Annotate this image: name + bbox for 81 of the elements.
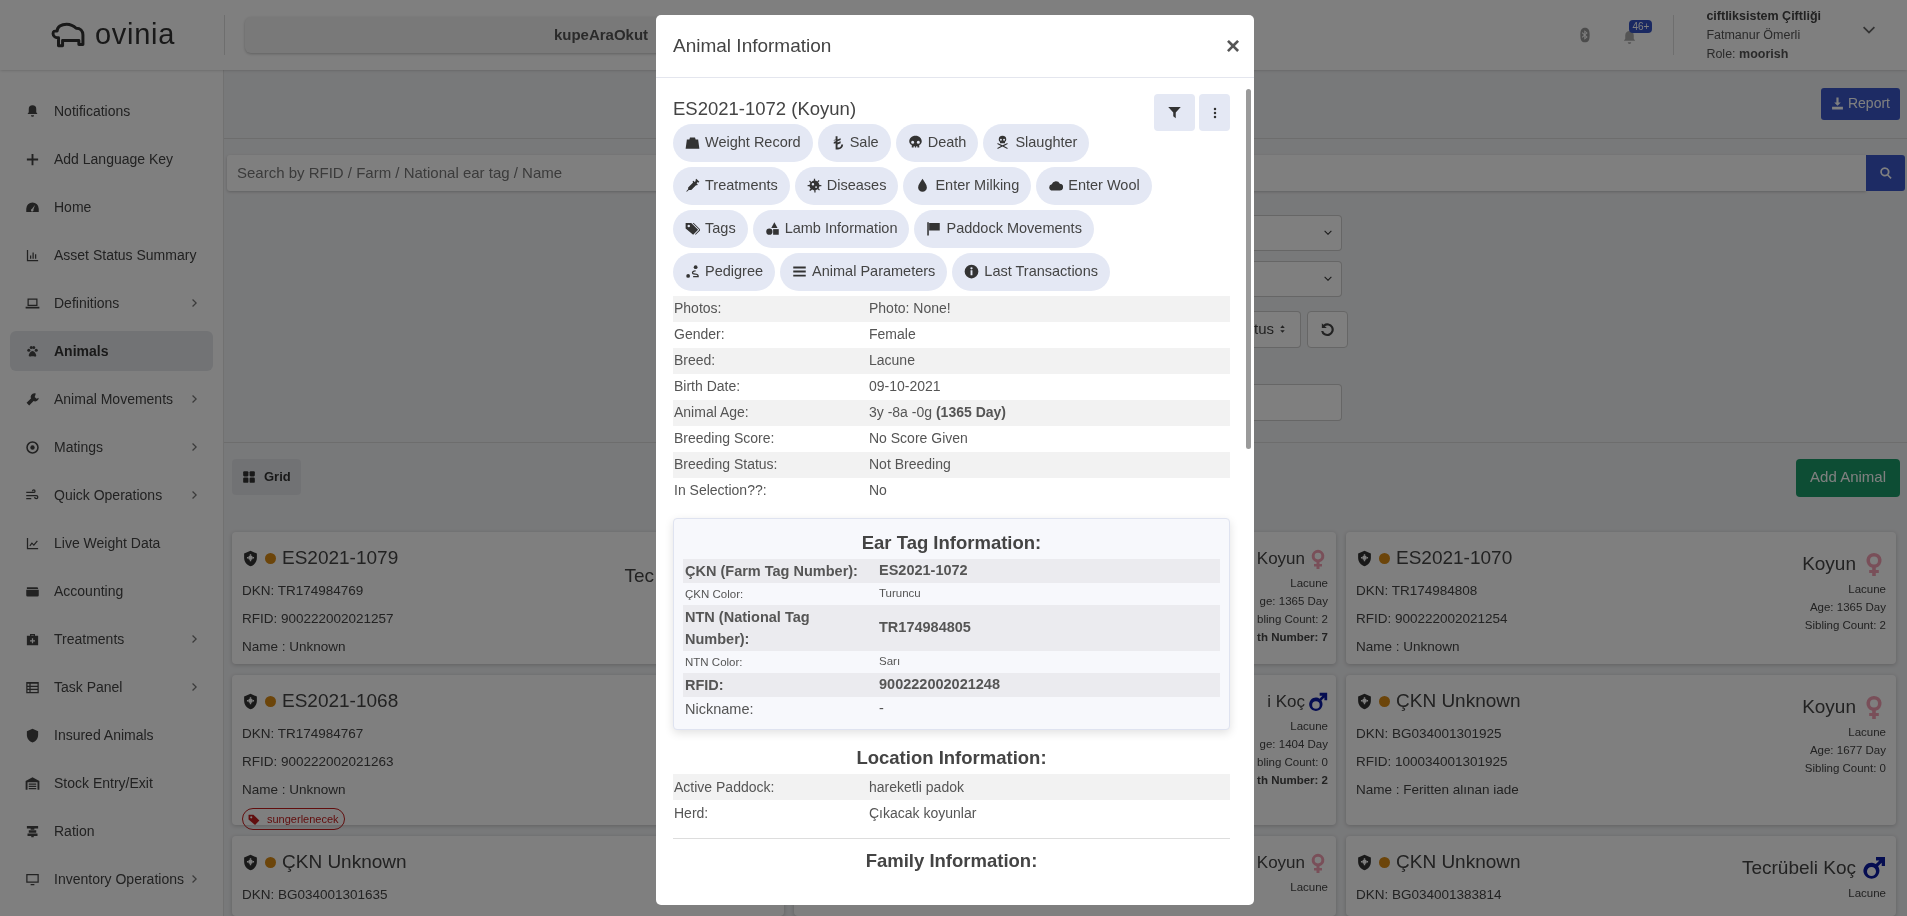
- animal-type: Tec: [624, 564, 654, 588]
- tag-value: -: [878, 698, 884, 718]
- tag-label: Nickname:: [684, 699, 755, 719]
- animal-detail: Name : Unknown: [242, 781, 347, 799]
- animal-detail: ge: 1404 Day: [1259, 737, 1328, 752]
- animal-detail: Sibling Count: 0: [1804, 761, 1886, 776]
- animal-type: Koyun: [1802, 694, 1856, 719]
- animal-detail: Age: 1365 Day: [1809, 600, 1886, 615]
- animal-detail: Lacune: [1848, 725, 1886, 740]
- animal-detail: DKN: BG034001301635: [242, 885, 389, 904]
- animal-detail: Lacune: [1290, 880, 1328, 895]
- detail-value: Photo: None!: [869, 299, 951, 319]
- tag-label: ÇKN Color:: [684, 586, 745, 602]
- detail-value: No Score Given: [869, 429, 968, 449]
- animal-detail: Name : Unknown: [242, 638, 347, 656]
- detail-label: Animal Age:: [673, 403, 750, 423]
- detail-label: Gender:: [673, 325, 726, 345]
- detail-value: Not Breeding: [869, 455, 951, 475]
- animal-detail: Age: 1677 Day: [1809, 743, 1886, 758]
- detail-value: Lacune: [869, 351, 915, 371]
- detail-label: Breeding Status:: [673, 455, 779, 475]
- brand-name: ovinia: [94, 17, 176, 53]
- section-heading: Ear Tag Information:: [860, 530, 1043, 555]
- birth-number: th Number: 2: [1257, 773, 1328, 788]
- animal-tag: ES2021-1079: [282, 544, 399, 573]
- detail-label: Photos:: [673, 299, 723, 319]
- detail-label: Birth Date:: [673, 377, 742, 397]
- tag-value: Sarı: [878, 653, 901, 669]
- user-name: Fatmanur Ömerli: [1706, 26, 1802, 44]
- animal-tag: ÇKN Unknown: [1396, 848, 1521, 877]
- animal-tag: ÇKN Unknown: [282, 848, 407, 877]
- animal-tag: ES2021-1070: [1396, 544, 1513, 573]
- tag-label: RFID:: [684, 675, 725, 695]
- animal-type: Tecrübeli Koç: [1741, 855, 1856, 880]
- animal-detail: DKN: TR174984769: [242, 581, 365, 600]
- animal-tag: ÇKN Unknown: [1396, 687, 1521, 716]
- farm-name: ciftliksistem Çiftliği: [1706, 7, 1821, 25]
- animal-detail: Sibling Count: 2: [1804, 618, 1886, 633]
- birth-number: th Number: 7: [1257, 630, 1328, 645]
- animal-type: Koyun: [1256, 548, 1305, 571]
- detail-value: 3y -8a -0g (1365 Day): [869, 403, 1006, 423]
- animal-detail: Lacune: [1848, 886, 1886, 901]
- detail-value: hareketli padok: [869, 777, 964, 797]
- user-role: Role: moorish: [1706, 45, 1790, 63]
- section-heading: Location Information:: [855, 745, 1048, 770]
- animal-type: Koyun: [1256, 852, 1305, 875]
- detail-value: 09-10-2021: [869, 377, 941, 397]
- tag-value: TR174984805: [878, 617, 971, 637]
- animal-heading: ES2021-1072 (Koyun): [673, 97, 857, 121]
- animal-detail: bling Count: 0: [1257, 755, 1328, 770]
- detail-value: No: [869, 481, 887, 501]
- animal-detail: DKN: TR174984767: [242, 724, 365, 743]
- animal-detail: Name : Unknown: [1356, 638, 1461, 656]
- detail-label: Breed:: [673, 351, 717, 371]
- detail-value: Female: [869, 325, 916, 345]
- animal-detail: Lacune: [1848, 582, 1886, 597]
- animal-tag: ES2021-1068: [282, 687, 399, 716]
- animal-detail: RFID: 100034001301925: [1356, 752, 1509, 771]
- animal-detail: RFID: 900222002021263: [242, 752, 395, 771]
- animal-type: Koyun: [1802, 551, 1856, 576]
- detail-label: Breeding Score:: [673, 429, 776, 449]
- notification-badge: 46+: [1629, 20, 1653, 33]
- detail-label: In Selection??:: [673, 481, 768, 501]
- animal-detail: RFID: 900222002021257: [242, 609, 395, 628]
- detail-label: Herd:: [673, 803, 710, 823]
- animal-detail: Lacune: [1290, 576, 1328, 591]
- animal-detail: DKN: BG034001301925: [1356, 724, 1503, 743]
- tag-value: ES2021-1072: [878, 560, 968, 580]
- animal-detail: DKN: BG034001383814: [1356, 885, 1503, 904]
- animal-detail: bling Count: 2: [1257, 612, 1328, 627]
- animal-detail: Name : Feritten alınan iade: [1356, 781, 1520, 799]
- animal-detail: DKN: TR174984808: [1356, 581, 1479, 600]
- animal-detail: Lacune: [1290, 719, 1328, 734]
- animal-detail: RFID: 900222002021254: [1356, 609, 1509, 628]
- tag-value: Turuncu: [878, 585, 921, 601]
- animal-detail: ge: 1365 Day: [1259, 594, 1328, 609]
- detail-label: Active Paddock:: [673, 777, 776, 797]
- tag-value: 900222002021248: [878, 674, 1000, 694]
- detail-value: Çıkacak koyunlar: [869, 803, 977, 823]
- animal-type: i Koç: [1267, 691, 1305, 714]
- section-heading: Family Information:: [864, 849, 1039, 874]
